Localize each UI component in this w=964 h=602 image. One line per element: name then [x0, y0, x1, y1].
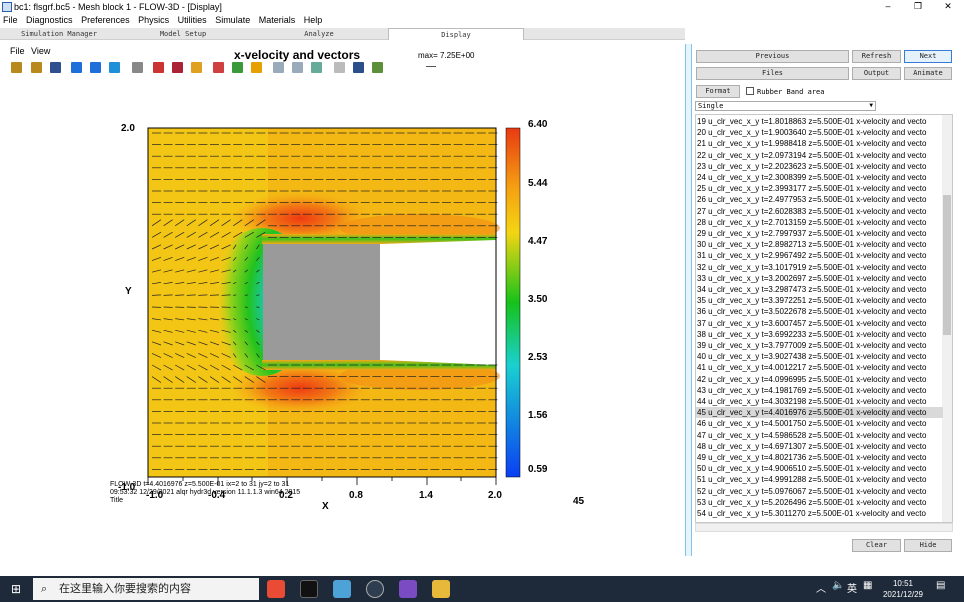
plot-mode-select[interactable]: Single ▼	[695, 101, 876, 111]
list-item[interactable]: 45 u_clr_vec_x_y t=4.4016976 z=5.500E-01…	[696, 407, 943, 419]
footer-line: Title	[110, 497, 123, 504]
y-axis-label: Y	[125, 286, 132, 297]
tray-chevron-icon[interactable]: ︿	[816, 580, 826, 595]
clear-button[interactable]: Clear	[852, 539, 901, 552]
search-icon: ⌕	[41, 583, 48, 595]
list-item[interactable]: 23 u_clr_vec_x_y t=2.2023623 z=5.500E-01…	[696, 161, 943, 172]
list-item[interactable]: 33 u_clr_vec_x_y t=3.2002697 z=5.500E-01…	[696, 273, 943, 284]
list-vertical-scrollbar[interactable]	[942, 115, 952, 522]
x-axis-label: X	[322, 501, 329, 512]
terminal-icon[interactable]	[300, 580, 318, 598]
clock-date: 2021/12/29	[882, 590, 924, 599]
minimize-button[interactable]: –	[873, 1, 903, 13]
plot-footer: FLOW-3D t=4.4016976 z=5.500E-01 ix=2 to …	[110, 481, 300, 505]
rubber-band-option[interactable]: Rubber Band area	[746, 87, 824, 96]
footer-line: 09:53:32 12/29/2021 alqr hydr3d version …	[110, 489, 301, 496]
x-tick: 1.4	[419, 490, 433, 501]
volume-icon[interactable]: 🔈	[832, 580, 844, 591]
hide-button[interactable]: Hide	[904, 539, 952, 552]
list-item[interactable]: 20 u_clr_vec_x_y t=1.9003640 z=5.500E-01…	[696, 127, 943, 138]
next-button[interactable]: Next	[904, 50, 952, 63]
list-item[interactable]: 52 u_clr_vec_x_y t=5.0976067 z=5.500E-01…	[696, 486, 943, 497]
maximize-button[interactable]: ❐	[903, 1, 933, 13]
output-button[interactable]: Output	[852, 67, 901, 80]
format-button[interactable]: Format	[696, 85, 740, 98]
app-circle-icon[interactable]	[366, 580, 384, 598]
list-item[interactable]: 28 u_clr_vec_x_y t=2.7013159 z=5.500E-01…	[696, 217, 943, 228]
files-button[interactable]: Files	[696, 67, 849, 80]
previous-button[interactable]: Previous	[696, 50, 849, 63]
colorbar-label: 0.59	[528, 464, 548, 475]
flow3d-icon[interactable]	[333, 580, 351, 598]
x-tick: 0.8	[349, 490, 363, 501]
list-item[interactable]: 32 u_clr_vec_x_y t=3.1017919 z=5.500E-01…	[696, 262, 943, 273]
list-item[interactable]: 44 u_clr_vec_x_y t=4.3032198 z=5.500E-01…	[696, 396, 943, 407]
list-item[interactable]: 25 u_clr_vec_x_y t=2.3993177 z=5.500E-01…	[696, 183, 943, 194]
list-item[interactable]: 34 u_clr_vec_x_y t=3.2987473 z=5.500E-01…	[696, 284, 943, 295]
list-item[interactable]: 26 u_clr_vec_x_y t=2.4977953 z=5.500E-01…	[696, 194, 943, 205]
list-item[interactable]: 46 u_clr_vec_x_y t=4.5001750 z=5.500E-01…	[696, 418, 943, 429]
colorbar-label: 5.44	[528, 178, 548, 189]
colorbar-label: 6.40	[528, 119, 548, 130]
clock-time: 10:51	[892, 579, 914, 588]
list-item[interactable]: 39 u_clr_vec_x_y t=3.7977009 z=5.500E-01…	[696, 340, 943, 351]
list-item[interactable]: 47 u_clr_vec_x_y t=4.5986528 z=5.500E-01…	[696, 430, 943, 441]
search-placeholder: 在这里输入你要搜索的内容	[59, 583, 191, 595]
colorbar-label: 2.53	[528, 352, 548, 363]
file-explorer-icon[interactable]	[432, 580, 450, 598]
frame-number: 45	[573, 496, 585, 507]
list-item[interactable]: 35 u_clr_vec_x_y t=3.3972251 z=5.500E-01…	[696, 295, 943, 306]
list-item[interactable]: 38 u_clr_vec_x_y t=3.6992233 z=5.500E-01…	[696, 329, 943, 340]
scrollbar-thumb[interactable]	[943, 195, 951, 335]
list-item[interactable]: 54 u_clr_vec_x_y t=5.3011270 z=5.500E-01…	[696, 508, 943, 519]
refresh-button[interactable]: Refresh	[852, 50, 901, 63]
list-item[interactable]: 53 u_clr_vec_x_y t=5.2026496 z=5.500E-01…	[696, 497, 943, 508]
obstacle	[263, 244, 380, 360]
list-item[interactable]: 27 u_clr_vec_x_y t=2.6028383 z=5.500E-01…	[696, 206, 943, 217]
windows-start-icon[interactable]: ⊞	[11, 582, 21, 596]
list-item[interactable]: 42 u_clr_vec_x_y t=4.0996995 z=5.500E-01…	[696, 374, 943, 385]
list-item[interactable]: 19 u_clr_vec_x_y t=1.8018863 z=5.500E-01…	[696, 116, 943, 127]
footer-line: FLOW-3D t=4.4016976 z=5.500E-01 ix=2 to …	[110, 481, 290, 488]
colorbar-label: 1.56	[528, 410, 548, 421]
plot-list[interactable]: 19 u_clr_vec_x_y t=1.8018863 z=5.500E-01…	[695, 114, 953, 523]
list-item[interactable]: 22 u_clr_vec_x_y t=2.0973194 z=5.500E-01…	[696, 150, 943, 161]
ime-indicator[interactable]: 英	[847, 580, 857, 595]
list-item[interactable]: 49 u_clr_vec_x_y t=4.8021736 z=5.500E-01…	[696, 452, 943, 463]
list-item[interactable]: 31 u_clr_vec_x_y t=2.9967492 z=5.500E-01…	[696, 250, 943, 261]
list-item[interactable]: 37 u_clr_vec_x_y t=3.6007457 z=5.500E-01…	[696, 318, 943, 329]
rubber-band-label: Rubber Band area	[757, 88, 825, 96]
list-item[interactable]: 40 u_clr_vec_x_y t=3.9027438 z=5.500E-01…	[696, 351, 943, 362]
list-item[interactable]: 48 u_clr_vec_x_y t=4.6971307 z=5.500E-01…	[696, 441, 943, 452]
list-horizontal-scrollbar[interactable]	[695, 523, 953, 532]
y-tick-top: 2.0	[121, 123, 135, 134]
plot-mode-value: Single	[698, 102, 724, 110]
colorbar-label: 3.50	[528, 294, 548, 305]
chevron-down-icon: ▼	[869, 102, 873, 109]
colorbar-label: 4.47	[528, 236, 548, 247]
list-item[interactable]: 21 u_clr_vec_x_y t=1.9988418 z=5.500E-01…	[696, 138, 943, 149]
list-item[interactable]: 51 u_clr_vec_x_y t=4.9991288 z=5.500E-01…	[696, 474, 943, 485]
visual-studio-icon[interactable]	[399, 580, 417, 598]
list-item[interactable]: 41 u_clr_vec_x_y t=4.0012217 z=5.500E-01…	[696, 362, 943, 373]
x-tick: 2.0	[488, 490, 502, 501]
system-clock[interactable]: 10:51 2021/12/29	[877, 578, 929, 600]
close-button[interactable]: ✕	[933, 1, 963, 13]
list-item[interactable]: 36 u_clr_vec_x_y t=3.5022678 z=5.500E-01…	[696, 306, 943, 317]
network-icon[interactable]: ▦	[863, 580, 872, 591]
list-item[interactable]: 43 u_clr_vec_x_y t=4.1981769 z=5.500E-01…	[696, 385, 943, 396]
taskbar: ⊞ ⌕ 在这里输入你要搜索的内容 ︿ 🔈 英 ▦ 10:51 2021/12/2…	[0, 576, 964, 602]
list-item[interactable]: 50 u_clr_vec_x_y t=4.9006510 z=5.500E-01…	[696, 463, 943, 474]
list-item[interactable]: 24 u_clr_vec_x_y t=2.3008399 z=5.500E-01…	[696, 172, 943, 183]
taskbar-search[interactable]: ⌕ 在这里输入你要搜索的内容	[33, 578, 259, 600]
list-item[interactable]: 29 u_clr_vec_x_y t=2.7997937 z=5.500E-01…	[696, 228, 943, 239]
rubber-band-checkbox[interactable]	[746, 87, 754, 95]
animate-button[interactable]: Animate	[904, 67, 952, 80]
pane-splitter[interactable]	[685, 44, 692, 556]
chrome-icon[interactable]	[267, 580, 285, 598]
list-item[interactable]: 30 u_clr_vec_x_y t=2.8982713 z=5.500E-01…	[696, 239, 943, 250]
velocity-plot	[147, 127, 521, 485]
colorbar	[505, 127, 521, 478]
notification-icon[interactable]: ▤	[936, 580, 945, 591]
